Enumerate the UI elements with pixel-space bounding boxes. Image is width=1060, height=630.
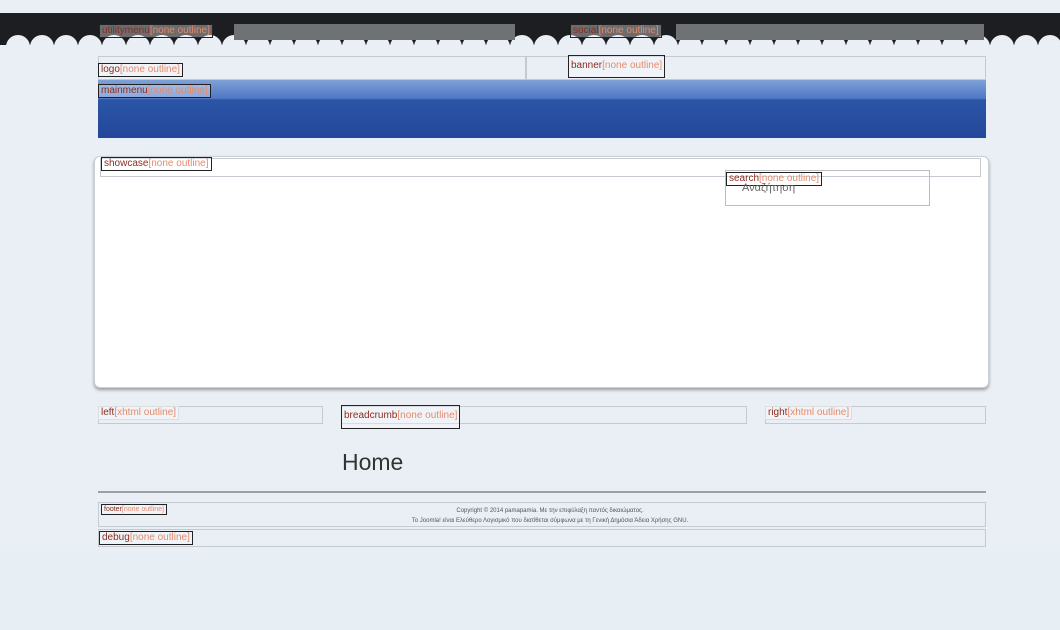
logo-position-label: logo[none outline] <box>98 63 183 77</box>
breadcrumb-name: breadcrumb <box>344 410 398 421</box>
debug-name: debug <box>102 532 130 543</box>
mainmenu-style: [none outline] <box>147 85 208 96</box>
banner-position-label: banner[none outline] <box>568 55 666 78</box>
social-position-label: social[none outline] <box>570 24 662 38</box>
page-bottom <box>0 552 1060 630</box>
scallop <box>1038 35 1060 59</box>
debug-style: [none outline] <box>129 532 190 543</box>
debug-position-label: debug[none outline] <box>99 531 193 545</box>
footer-license: Το Joomla! είναι Ελεύθερο Λογισμικό που … <box>411 518 689 524</box>
utilitymenu-name: utilitymenu <box>102 25 150 36</box>
showcase-position-label: showcase[none outline] <box>101 157 212 171</box>
mainmenu-name: mainmenu <box>101 85 148 96</box>
left-position-label: left[xhtml outline] <box>98 406 180 420</box>
mainmenu-position[interactable] <box>98 80 986 138</box>
scallop <box>6 35 30 59</box>
logo-name: logo <box>101 64 120 75</box>
banner-name: banner <box>571 60 603 71</box>
right-position-label: right[xhtml outline] <box>765 406 853 420</box>
social-style: [none outline] <box>598 25 659 36</box>
right-style: [xhtml outline] <box>787 407 850 418</box>
page-title: Home <box>342 449 404 475</box>
social-name: social <box>573 25 599 36</box>
footer-copyright: Copyright © 2014 pamapamia. Με την επιφύ… <box>456 508 644 514</box>
scallop <box>30 35 54 59</box>
logo-style: [none outline] <box>119 64 180 75</box>
footer-divider <box>98 491 986 493</box>
utilitymenu-bar <box>234 24 515 40</box>
showcase-style: [none outline] <box>148 158 209 169</box>
breadcrumb-position-label: breadcrumb[none outline] <box>341 405 461 429</box>
search-input[interactable]: Αναζήτηση <box>742 182 795 194</box>
footer-style: [none outline] <box>121 506 164 513</box>
utilitymenu-position-label: utilitymenu[none outline] <box>99 24 213 38</box>
scallop <box>1014 35 1038 59</box>
showcase-name: showcase <box>104 158 149 169</box>
right-name: right <box>768 407 788 418</box>
scallop <box>54 35 78 59</box>
utilitymenu-style: [none outline] <box>149 25 210 36</box>
footer-name: footer <box>104 506 122 513</box>
footer-position-label: footer[none outline] <box>101 504 167 515</box>
breadcrumb-style: [none outline] <box>397 410 458 421</box>
left-style: [xhtml outline] <box>114 407 177 418</box>
debug-position <box>98 529 986 547</box>
scallop <box>990 35 1014 59</box>
banner-style: [none outline] <box>602 60 663 71</box>
left-name: left <box>101 407 115 418</box>
social-bar <box>676 24 984 40</box>
mainmenu-position-label: mainmenu[none outline] <box>98 84 211 98</box>
